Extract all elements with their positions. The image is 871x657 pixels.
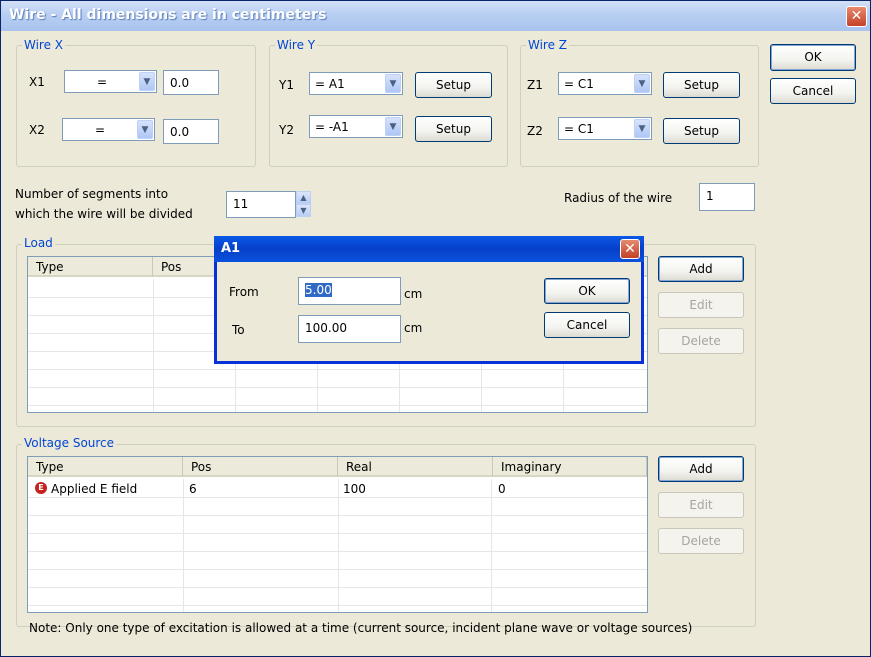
wire-y-group: [269, 45, 508, 167]
radius-input[interactable]: 1: [699, 183, 755, 211]
wire-dialog: Wire - All dimensions are in centimeters…: [0, 0, 871, 657]
voltage-col-type[interactable]: Type: [28, 457, 183, 477]
segments-label-line1: Number of segments into: [15, 187, 169, 201]
load-edit-button[interactable]: Edit: [658, 292, 744, 318]
voltage-col-real[interactable]: Real: [338, 457, 493, 477]
x2-value-input[interactable]: 0.0: [163, 119, 219, 144]
table-row[interactable]: E Applied E field 6 100 0: [28, 479, 647, 497]
load-label: Load: [22, 236, 55, 250]
x2-operator-value: =: [94, 123, 106, 137]
voltage-source-label: Voltage Source: [22, 436, 117, 450]
y1-select-value: = A1: [315, 77, 345, 91]
grid-line: [491, 479, 492, 612]
z1-select[interactable]: = C1 ▼: [558, 72, 652, 95]
y1-label: Y1: [279, 78, 294, 92]
z1-select-value: = C1: [564, 77, 594, 91]
load-col-type[interactable]: Type: [28, 257, 153, 277]
load-add-button[interactable]: Add: [658, 256, 744, 282]
z1-label: Z1: [527, 78, 543, 92]
y2-select-value: = -A1: [315, 120, 349, 134]
wire-y-label: Wire Y: [275, 38, 318, 52]
x1-operator-value: =: [96, 75, 108, 89]
grid-line: [28, 569, 647, 570]
close-button[interactable]: ✕: [846, 6, 867, 27]
popup-ok-button[interactable]: OK: [544, 278, 630, 304]
chevron-down-icon[interactable]: ▼: [385, 74, 401, 93]
grid-line: [28, 605, 647, 606]
x2-label: X2: [29, 123, 45, 137]
y2-setup-button[interactable]: Setup: [415, 116, 492, 142]
voltage-col-pos[interactable]: Pos: [183, 457, 338, 477]
voltage-source-table[interactable]: Type Pos Real Imaginary E Applied E fiel…: [27, 456, 648, 613]
title-bar: Wire - All dimensions are in centimeters…: [1, 1, 870, 31]
grid-line: [28, 533, 647, 534]
z1-setup-button[interactable]: Setup: [663, 72, 740, 98]
voltage-row-type: Applied E field: [51, 482, 138, 496]
x1-operator-select[interactable]: = ▼: [64, 70, 157, 93]
segments-spinner[interactable]: ▲ ▼: [296, 191, 311, 217]
chevron-down-icon[interactable]: ▼: [139, 72, 155, 91]
grid-line: [28, 405, 647, 406]
z2-setup-button[interactable]: Setup: [663, 118, 740, 144]
spin-down-icon[interactable]: ▼: [296, 204, 311, 217]
x1-value-input[interactable]: 0.0: [163, 70, 219, 95]
wire-x-label: Wire X: [22, 38, 66, 52]
popup-title-bar: A1 ✕: [214, 236, 644, 262]
grid-line: [28, 387, 647, 388]
e-field-icon: E: [35, 482, 47, 494]
popup-title: A1: [221, 241, 241, 256]
grid-line: [28, 587, 647, 588]
chevron-down-icon[interactable]: ▼: [634, 74, 650, 93]
chevron-down-icon[interactable]: ▼: [137, 120, 153, 139]
grid-line: [28, 515, 647, 516]
grid-line: [338, 479, 339, 612]
y2-select[interactable]: = -A1 ▼: [309, 115, 403, 138]
voltage-col-imaginary[interactable]: Imaginary: [493, 457, 647, 477]
y1-select[interactable]: = A1 ▼: [309, 72, 403, 95]
x1-label: X1: [29, 75, 45, 89]
grid-line: [183, 479, 184, 612]
radius-label: Radius of the wire: [564, 191, 673, 205]
chevron-down-icon[interactable]: ▼: [385, 117, 401, 136]
ok-button[interactable]: OK: [770, 44, 856, 71]
load-delete-button[interactable]: Delete: [658, 328, 744, 354]
range-popup-dialog: A1 ✕ From 5.00 cm To 100.00 cm OK Cancel: [214, 236, 644, 364]
from-input[interactable]: 5.00: [298, 277, 401, 305]
x2-operator-select[interactable]: = ▼: [62, 118, 155, 141]
grid-line: [28, 497, 647, 498]
voltage-table-header: Type Pos Real Imaginary: [28, 457, 647, 477]
z2-select[interactable]: = C1 ▼: [558, 117, 652, 140]
popup-cancel-button[interactable]: Cancel: [544, 312, 630, 338]
y2-label: Y2: [279, 123, 294, 137]
voltage-row-imaginary: 0: [498, 482, 506, 496]
voltage-add-button[interactable]: Add: [658, 456, 744, 482]
chevron-down-icon[interactable]: ▼: [634, 119, 650, 138]
z2-select-value: = C1: [564, 122, 594, 136]
excitation-note: Note: Only one type of excitation is all…: [29, 621, 693, 635]
voltage-edit-button[interactable]: Edit: [658, 492, 744, 518]
wire-x-group: [16, 45, 256, 167]
from-unit: cm: [404, 287, 423, 301]
grid-line: [28, 369, 647, 370]
voltage-delete-button[interactable]: Delete: [658, 528, 744, 554]
from-input-value: 5.00: [305, 283, 332, 297]
to-unit: cm: [404, 321, 423, 335]
to-label: To: [232, 323, 245, 337]
popup-close-button[interactable]: ✕: [620, 239, 640, 259]
voltage-row-pos: 6: [189, 482, 197, 496]
to-input[interactable]: 100.00: [298, 315, 401, 343]
wire-z-group: [520, 45, 759, 167]
voltage-row-real: 100: [343, 482, 366, 496]
z2-label: Z2: [527, 124, 543, 138]
grid-line: [28, 551, 647, 552]
grid-line: [153, 279, 154, 412]
wire-z-label: Wire Z: [526, 38, 570, 52]
segments-label-line2: which the wire will be divided: [15, 207, 193, 221]
segments-input[interactable]: 11: [226, 191, 296, 218]
from-label: From: [229, 285, 259, 299]
window-title: Wire - All dimensions are in centimeters: [9, 7, 327, 23]
spin-up-icon[interactable]: ▲: [296, 191, 311, 204]
cancel-button[interactable]: Cancel: [770, 78, 856, 104]
y1-setup-button[interactable]: Setup: [415, 72, 492, 98]
